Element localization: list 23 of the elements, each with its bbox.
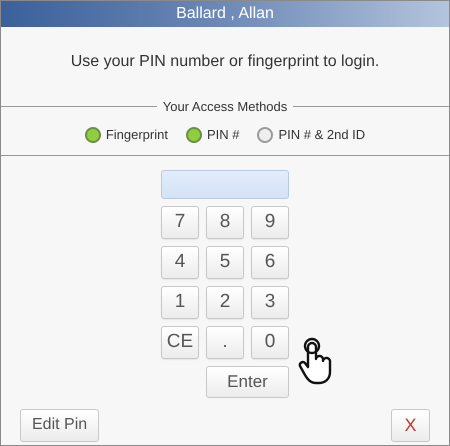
keypad-key[interactable]: 1 xyxy=(161,286,199,318)
keypad-key[interactable]: CE xyxy=(161,326,199,358)
access-methods-legend: Your Access Methods xyxy=(156,97,294,116)
keypad-key[interactable]: 7 xyxy=(161,206,199,238)
keypad-key[interactable]: 2 xyxy=(206,286,244,318)
pointing-hand-icon xyxy=(298,337,334,385)
keypad-key[interactable]: 3 xyxy=(251,286,289,318)
keypad-key[interactable]: . xyxy=(206,326,244,358)
keypad-key[interactable]: 8 xyxy=(206,206,244,238)
enter-button[interactable]: Enter xyxy=(206,366,289,398)
keypad-key[interactable]: 4 xyxy=(161,246,199,278)
keypad-key[interactable]: 9 xyxy=(251,206,289,238)
keypad-key[interactable]: 6 xyxy=(251,246,289,278)
access-method-label: PIN # & 2nd ID xyxy=(278,126,366,144)
keypad-key[interactable]: 0 xyxy=(251,326,289,358)
login-instruction: Use your PIN number or fingerprint to login. xyxy=(70,52,380,72)
edit-pin-button[interactable]: Edit Pin xyxy=(20,408,100,442)
pin-field[interactable] xyxy=(161,170,289,198)
access-method-label: PIN # xyxy=(206,126,240,144)
access-method-label: Fingerprint xyxy=(106,126,168,144)
keypad-key[interactable]: 5 xyxy=(206,246,244,278)
window-title: Ballard , Allan xyxy=(176,4,274,24)
close-button[interactable]: X xyxy=(391,408,430,442)
